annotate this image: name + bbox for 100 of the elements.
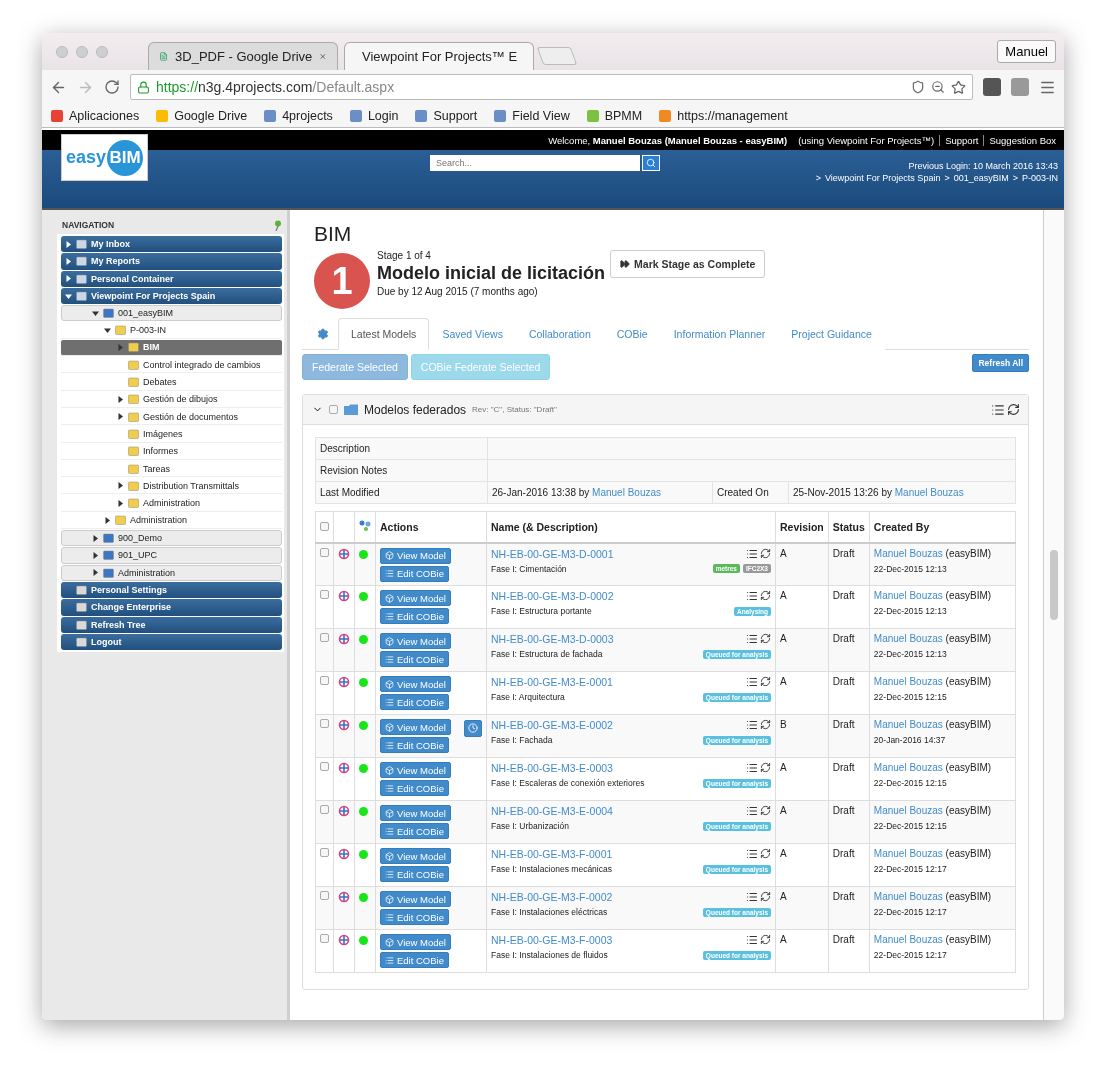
user-link[interactable]: Manuel Bouzas — [873, 676, 943, 687]
tree-item[interactable]: My Inbox — [61, 236, 282, 253]
caret-icon[interactable] — [103, 326, 111, 334]
refresh-button[interactable]: Refresh All — [972, 354, 1029, 372]
tab[interactable]: Latest Models — [338, 318, 430, 350]
tree-item[interactable]: Administration — [61, 512, 282, 530]
model-link[interactable]: NH-EB-00-GE-M3-F-0001 — [491, 848, 613, 860]
edit-cobie-button[interactable]: Edit COBie — [380, 694, 449, 710]
user-link[interactable]: Manuel Bouzas — [894, 487, 964, 498]
list-icon[interactable] — [746, 590, 758, 602]
refresh-icon[interactable] — [760, 547, 771, 559]
model-link[interactable]: NH-EB-00-GE-M3-F-0003 — [491, 934, 613, 946]
checkbox[interactable] — [320, 547, 329, 557]
list-icon[interactable] — [746, 676, 758, 688]
tree-item[interactable]: P-003-IN — [61, 322, 282, 339]
tree-item[interactable]: Gestión de dibujos — [61, 391, 282, 408]
view-model-button[interactable]: View Model — [380, 762, 451, 778]
checkbox[interactable] — [320, 676, 329, 685]
refresh-icon[interactable] — [760, 891, 771, 902]
bookmark-link[interactable]: Login — [348, 108, 399, 123]
view-model-button[interactable]: View Model — [380, 891, 451, 907]
list-icon[interactable] — [746, 891, 758, 903]
list-icon[interactable] — [746, 719, 758, 731]
edit-cobie-button[interactable]: Edit COBie — [380, 608, 449, 624]
caret-icon[interactable] — [91, 309, 99, 317]
breadcrumb-link[interactable]: Viewpoint For Projects Spain — [825, 173, 941, 183]
view-model-button[interactable]: View Model — [380, 719, 451, 735]
checkbox[interactable] — [320, 633, 329, 642]
caret-icon[interactable] — [91, 552, 99, 559]
checkbox[interactable] — [320, 805, 329, 814]
refresh-icon[interactable] — [760, 934, 771, 945]
checkbox[interactable] — [320, 934, 329, 943]
caret-icon[interactable] — [64, 257, 72, 265]
caret-icon[interactable] — [103, 516, 111, 524]
list-icon[interactable] — [746, 762, 758, 774]
tree-item[interactable]: My Reports — [61, 253, 282, 270]
edit-cobie-button[interactable]: Edit COBie — [380, 737, 449, 753]
tree-item[interactable]: Change Enterprise — [61, 599, 282, 616]
user-link[interactable]: Manuel Bouzas — [873, 547, 943, 559]
user-link[interactable]: Manuel Bouzas — [873, 805, 943, 816]
checkbox[interactable] — [329, 405, 338, 414]
edit-cobie-button[interactable]: Edit COBie — [380, 565, 449, 582]
scrollbar[interactable] — [1050, 550, 1058, 620]
tree-item[interactable]: Refresh Tree — [61, 616, 282, 633]
breadcrumb-link[interactable]: 001_easyBIM — [953, 173, 1009, 183]
view-model-button[interactable]: View Model — [380, 848, 451, 864]
tree-item[interactable]: Personal Settings — [61, 581, 282, 599]
tree-item[interactable]: Personal Container — [61, 270, 282, 287]
view-model-button[interactable]: View Model — [380, 633, 451, 649]
header-link[interactable]: Suggestion Box — [983, 134, 1056, 146]
edit-cobie-button[interactable]: Edit COBie — [380, 866, 449, 882]
breadcrumb-link[interactable]: P-003-IN — [1022, 173, 1058, 183]
bookmark-link[interactable]: Aplicaciones — [50, 108, 140, 123]
tree-item[interactable]: Imágenes — [61, 426, 282, 443]
reload-icon[interactable] — [104, 79, 120, 95]
tree-item[interactable]: 901_UPC — [61, 547, 282, 564]
complete-button[interactable]: Mark Stage as Complete — [610, 250, 766, 278]
user-link[interactable]: Manuel Bouzas — [873, 762, 943, 773]
bookmark-link[interactable]: Support — [414, 108, 478, 123]
list-icon[interactable] — [746, 934, 758, 946]
refresh-icon[interactable] — [760, 848, 771, 859]
model-link[interactable]: NH-EB-00-GE-M3-E-0004 — [491, 805, 613, 817]
tree-item[interactable]: Distribution Transmittals — [61, 478, 282, 495]
model-link[interactable]: NH-EB-00-GE-M3-D-0003 — [491, 633, 614, 645]
model-link[interactable]: NH-EB-00-GE-M3-F-0002 — [491, 891, 613, 903]
edit-cobie-button[interactable]: Edit COBie — [380, 823, 449, 839]
refresh-icon[interactable] — [760, 762, 771, 773]
tree-item[interactable]: Viewpoint For Projects Spain — [61, 287, 282, 305]
caret-icon[interactable] — [116, 482, 124, 490]
model-link[interactable]: NH-EB-00-GE-M3-D-0001 — [491, 547, 614, 560]
header-link[interactable]: Support — [939, 134, 979, 146]
caret-icon[interactable] — [116, 395, 124, 403]
edit-cobie-button[interactable]: Edit COBie — [380, 651, 449, 667]
settings-icon[interactable] — [317, 327, 329, 340]
tree-item[interactable]: 900_Demo — [61, 530, 282, 547]
refresh-icon[interactable] — [1007, 402, 1020, 416]
checkbox[interactable] — [320, 891, 329, 900]
view-model-button[interactable]: View Model — [380, 676, 451, 692]
checkbox[interactable] — [320, 590, 329, 599]
model-link[interactable]: NH-EB-00-GE-M3-E-0002 — [491, 719, 613, 731]
caret-icon[interactable] — [64, 275, 72, 283]
tree-item[interactable]: BIM — [61, 339, 282, 357]
shield-icon[interactable] — [911, 80, 925, 94]
refresh-icon[interactable] — [760, 590, 771, 601]
user-link[interactable]: Manuel Bouzas — [873, 719, 943, 730]
user-link[interactable]: Manuel Bouzas — [873, 891, 943, 902]
bookmark-link[interactable]: https://management — [658, 108, 788, 123]
checkbox[interactable] — [320, 848, 329, 857]
list-icon[interactable] — [746, 547, 758, 560]
star-icon[interactable] — [951, 79, 966, 95]
tree-item[interactable]: Control integrado de cambios — [61, 357, 282, 374]
user-link[interactable]: Manuel Bouzas — [873, 848, 943, 859]
caret-icon[interactable] — [116, 499, 124, 507]
zoom-icon[interactable] — [931, 80, 945, 94]
clock-button[interactable] — [464, 719, 482, 737]
user-link[interactable]: Manuel Bouzas — [873, 633, 943, 644]
tree-item[interactable]: Informes — [61, 443, 282, 460]
refresh-icon[interactable] — [760, 633, 771, 644]
view-model-button[interactable]: View Model — [380, 590, 451, 606]
edit-cobie-button[interactable]: Edit COBie — [380, 780, 449, 796]
